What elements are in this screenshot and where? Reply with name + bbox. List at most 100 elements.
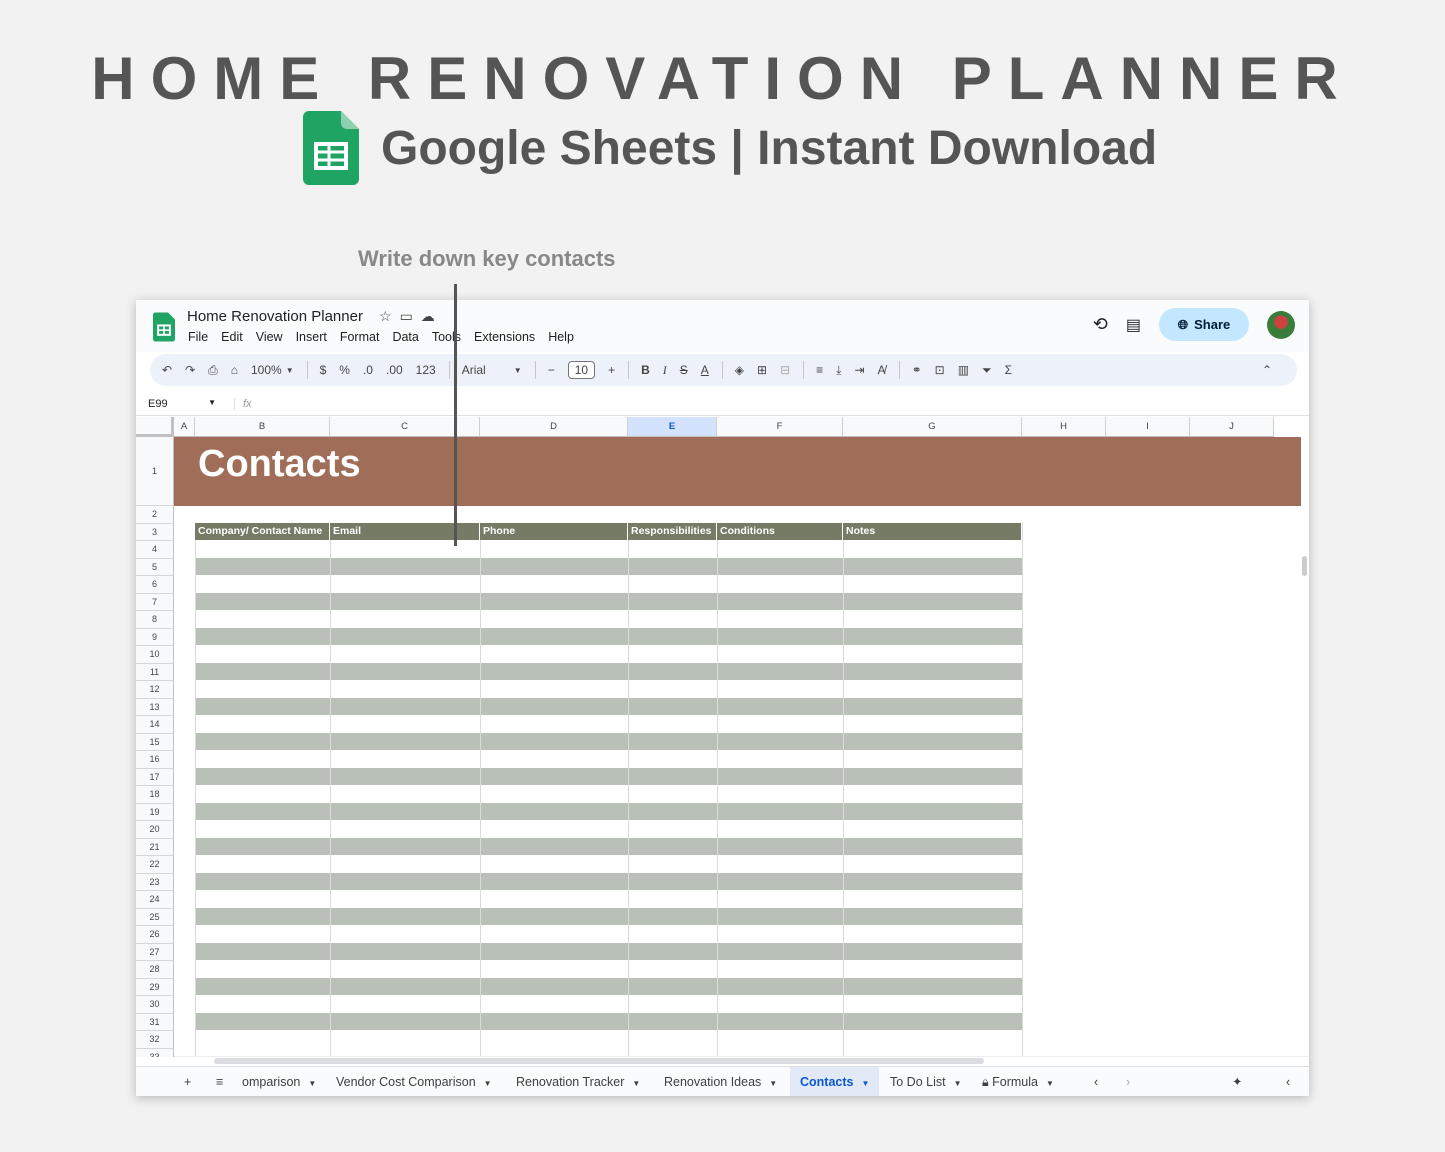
share-button[interactable]: 🌐︎ Share: [1159, 308, 1249, 341]
font-select[interactable]: Arial ▼: [462, 363, 522, 377]
table-header-cell[interactable]: Phone: [480, 523, 628, 540]
number-format-button[interactable]: 123: [416, 363, 436, 377]
all-sheets-icon[interactable]: ≡: [206, 1067, 233, 1096]
print-icon[interactable]: ⎙: [208, 363, 218, 378]
table-row[interactable]: [195, 697, 1022, 715]
text-color-icon[interactable]: A: [701, 363, 709, 377]
sheet-tab[interactable]: 🔒︎ Formula ▼: [972, 1067, 1064, 1096]
vertical-align-icon[interactable]: ⤓: [836, 363, 841, 378]
redo-icon[interactable]: ↷: [185, 363, 195, 377]
row-header[interactable]: 12: [136, 681, 174, 699]
increase-decimal-button[interactable]: .00: [386, 363, 403, 377]
text-wrap-icon[interactable]: ⇥: [854, 363, 864, 377]
table-row[interactable]: [195, 837, 1022, 855]
row-header[interactable]: 22: [136, 856, 174, 874]
horizontal-align-icon[interactable]: ≡: [816, 363, 823, 377]
explore-icon[interactable]: ✦: [1222, 1067, 1252, 1096]
row-header[interactable]: 3: [136, 523, 174, 541]
sheets-app-icon[interactable]: [153, 312, 175, 347]
row-header[interactable]: 15: [136, 733, 174, 751]
row-header[interactable]: 33: [136, 1048, 174, 1057]
menu-extensions[interactable]: Extensions: [474, 330, 535, 344]
row-header[interactable]: 32: [136, 1031, 174, 1049]
column-header-j[interactable]: J: [1190, 417, 1274, 437]
table-row[interactable]: [195, 995, 1022, 1013]
italic-button[interactable]: I: [663, 363, 667, 378]
table-header-cell[interactable]: Company/ Contact Name: [195, 523, 330, 540]
comments-icon[interactable]: ▤: [1126, 315, 1141, 335]
undo-icon[interactable]: ↶: [162, 363, 172, 377]
row-header[interactable]: 29: [136, 978, 174, 996]
menu-insert[interactable]: Insert: [296, 330, 327, 344]
table-row[interactable]: [195, 820, 1022, 838]
sheet-tab[interactable]: omparison ▼: [232, 1067, 326, 1096]
table-row[interactable]: [195, 610, 1022, 628]
select-all-corner[interactable]: [136, 417, 174, 437]
borders-icon[interactable]: ⊞: [757, 363, 767, 377]
scroll-tabs-right-icon[interactable]: ›: [1116, 1067, 1140, 1096]
table-row[interactable]: [195, 767, 1022, 785]
table-row[interactable]: [195, 977, 1022, 995]
functions-button[interactable]: Σ: [1005, 363, 1012, 377]
menu-help[interactable]: Help: [548, 330, 574, 344]
table-row[interactable]: [195, 890, 1022, 908]
strikethrough-icon[interactable]: S: [680, 363, 688, 377]
column-header-f[interactable]: F: [717, 417, 843, 437]
text-rotation-icon[interactable]: A̸: [878, 363, 886, 377]
row-header[interactable]: 1: [136, 437, 174, 506]
sheet-grid[interactable]: ABCDEFGHIJ 1 2 3 4 5 6 7 8 9 10 11 12 13 14 15 16 17 18 19…: [136, 417, 1309, 1057]
menu-format[interactable]: Format: [340, 330, 380, 344]
row-header[interactable]: 14: [136, 716, 174, 734]
table-row[interactable]: [195, 925, 1022, 943]
row-header[interactable]: 11: [136, 663, 174, 681]
row-header[interactable]: 10: [136, 646, 174, 664]
column-header-a[interactable]: A: [174, 417, 195, 437]
table-row[interactable]: [195, 785, 1022, 803]
add-sheet-icon[interactable]: +: [174, 1067, 201, 1096]
row-header[interactable]: 26: [136, 926, 174, 944]
column-header-d[interactable]: D: [480, 417, 628, 437]
font-size-decrease-icon[interactable]: −: [548, 363, 555, 377]
vertical-scrollbar[interactable]: [1302, 556, 1307, 576]
table-row[interactable]: [195, 1030, 1022, 1048]
row-header[interactable]: 23: [136, 873, 174, 891]
document-title[interactable]: Home Renovation Planner: [187, 308, 363, 325]
row-header[interactable]: 4: [136, 541, 174, 559]
collapse-panel-icon[interactable]: ‹: [1276, 1067, 1300, 1096]
avatar[interactable]: [1267, 310, 1295, 339]
paint-format-icon[interactable]: ⌂: [231, 363, 238, 377]
table-row[interactable]: [195, 960, 1022, 978]
sheet-tab[interactable]: Renovation Ideas ▼: [654, 1067, 787, 1096]
menu-view[interactable]: View: [256, 330, 283, 344]
column-header-e[interactable]: E: [628, 417, 717, 437]
zoom-select[interactable]: 100% ▼: [251, 363, 294, 377]
row-header[interactable]: 25: [136, 908, 174, 926]
table-row[interactable]: [195, 557, 1022, 575]
table-row[interactable]: [195, 802, 1022, 820]
menu-file[interactable]: File: [188, 330, 208, 344]
percent-format-button[interactable]: %: [339, 363, 350, 377]
row-header[interactable]: 20: [136, 821, 174, 839]
row-header[interactable]: 19: [136, 803, 174, 821]
version-history-icon[interactable]: ⟲: [1093, 314, 1108, 335]
table-header-cell[interactable]: Conditions: [717, 523, 843, 540]
table-row[interactable]: [195, 1012, 1022, 1030]
table-row[interactable]: [195, 942, 1022, 960]
menu-data[interactable]: Data: [392, 330, 418, 344]
sheet-tab[interactable]: Contacts ▼: [790, 1067, 880, 1096]
table-row[interactable]: [195, 907, 1022, 925]
row-header[interactable]: 2: [136, 506, 174, 524]
row-header[interactable]: 8: [136, 611, 174, 629]
table-row[interactable]: [195, 855, 1022, 873]
menu-edit[interactable]: Edit: [221, 330, 243, 344]
table-row[interactable]: [195, 750, 1022, 768]
row-header[interactable]: 9: [136, 628, 174, 646]
column-header-c[interactable]: C: [330, 417, 480, 437]
column-header-i[interactable]: I: [1106, 417, 1190, 437]
link-icon[interactable]: ⚭: [912, 363, 922, 377]
row-header[interactable]: 27: [136, 943, 174, 961]
column-header-h[interactable]: H: [1022, 417, 1106, 437]
filter-icon[interactable]: ⏷: [982, 363, 992, 378]
chart-icon[interactable]: ▥: [958, 363, 969, 377]
font-size-input[interactable]: 10: [567, 361, 596, 379]
